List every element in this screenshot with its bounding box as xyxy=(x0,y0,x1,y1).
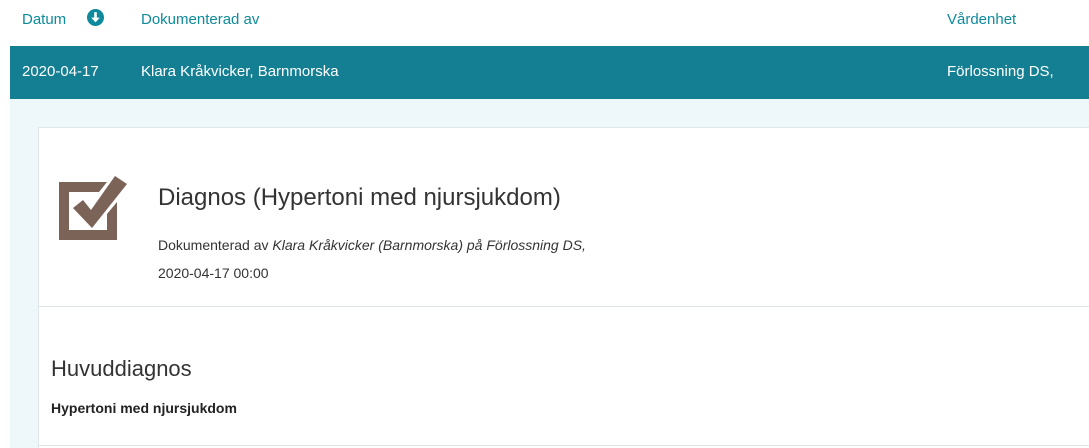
detail-panel: Diagnos (Hypertoni med njursjukdom) Doku… xyxy=(10,99,1089,448)
column-header-documented-by[interactable]: Dokumenterad av xyxy=(141,11,259,28)
row-date: 2020-04-17 xyxy=(22,63,99,80)
meta-datetime: 2020-04-17 00:00 xyxy=(158,265,269,281)
checkbox-checked-icon xyxy=(59,176,127,240)
divider xyxy=(39,306,1089,307)
table-header: Datum Dokumenterad av Vårdenhet xyxy=(0,0,1089,46)
row-author: Klara Kråkvicker, Barnmorska xyxy=(141,63,339,80)
table-row-selected[interactable]: 2020-04-17 Klara Kråkvicker, Barnmorska … xyxy=(10,46,1089,99)
row-unit: Förlossning DS, xyxy=(947,63,1054,80)
divider-bottom xyxy=(39,445,1089,446)
meta-prefix: Dokumenterad av xyxy=(158,237,273,253)
column-header-unit[interactable]: Vårdenhet xyxy=(947,11,1016,28)
section-value: Hypertoni med njursjukdom xyxy=(51,400,237,416)
meta-author: Klara Kråkvicker (Barnmorska) på Förloss… xyxy=(272,237,586,253)
arrow-down-circle-icon[interactable] xyxy=(87,9,104,26)
column-header-datum[interactable]: Datum xyxy=(22,11,66,28)
detail-title: Diagnos (Hypertoni med njursjukdom) xyxy=(158,184,561,211)
detail-meta: Dokumenterad av Klara Kråkvicker (Barnmo… xyxy=(158,231,586,287)
section-heading: Huvuddiagnos xyxy=(51,356,192,381)
detail-card: Diagnos (Hypertoni med njursjukdom) Doku… xyxy=(38,127,1089,448)
